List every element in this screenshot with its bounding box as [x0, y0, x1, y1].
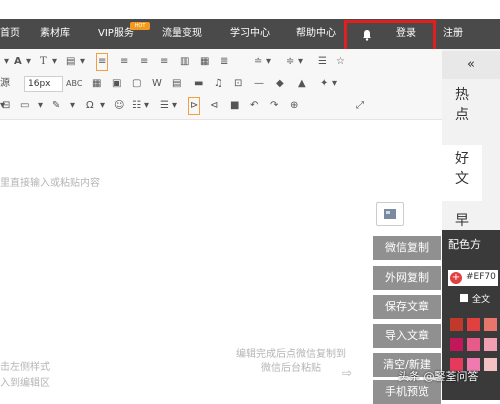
- editor-placeholder: 里直接输入或粘贴内容: [0, 178, 100, 189]
- paste-icon[interactable]: ▭: [20, 95, 29, 117]
- full-text-checkbox[interactable]: [460, 294, 468, 302]
- ordered-list-icon[interactable]: ☷: [132, 95, 141, 117]
- expand-icon[interactable]: ⤢: [356, 95, 364, 117]
- font-size-value: 16px: [28, 79, 51, 89]
- emoji-icon[interactable]: ☺: [114, 95, 124, 117]
- gallery-icon[interactable]: ▤: [172, 73, 181, 95]
- color-panel-title: 配色方: [448, 238, 481, 251]
- direction-icon[interactable]: ⊲: [210, 95, 218, 117]
- rail-tab-hot-label: 热点: [455, 87, 469, 123]
- link-icon[interactable]: ⊡: [234, 73, 242, 95]
- line-height-icon[interactable]: ≣: [220, 51, 228, 73]
- rail-tab-hot[interactable]: 热点: [442, 85, 482, 125]
- video-camera-icon[interactable]: ■: [230, 95, 239, 117]
- omega-icon[interactable]: Ω: [86, 95, 94, 117]
- word-import-icon[interactable]: W: [152, 73, 162, 95]
- paragraph-spacing-icon[interactable]: ≑: [286, 51, 294, 73]
- outdent-icon[interactable]: ▦: [200, 51, 209, 73]
- horizontal-rule-icon[interactable]: —: [254, 73, 264, 95]
- arrow-right-icon: ⇨: [342, 366, 353, 380]
- chevron-down-icon[interactable]: ▾: [266, 51, 271, 73]
- color-swatch[interactable]: [484, 338, 497, 351]
- nav-monetize[interactable]: 流量变现: [162, 19, 202, 49]
- chevron-down-icon[interactable]: ▾: [4, 51, 9, 73]
- nav-materials[interactable]: 素材库: [40, 19, 70, 49]
- full-text-label: 全文: [472, 295, 491, 305]
- image-icon[interactable]: ▣: [112, 73, 121, 95]
- clear-format-icon[interactable]: ⊟: [2, 95, 10, 117]
- hex-value: #EF70: [466, 272, 496, 282]
- redo-icon[interactable]: ↷: [270, 95, 278, 117]
- chevron-down-icon[interactable]: ▾: [26, 51, 31, 73]
- rail-tab-articles[interactable]: 好文: [442, 145, 482, 201]
- chevron-down-icon[interactable]: ▾: [70, 95, 75, 117]
- split-icon[interactable]: ⊳: [188, 97, 201, 115]
- align-right-icon[interactable]: ≡: [140, 51, 148, 73]
- color-swatch[interactable]: [467, 318, 480, 331]
- add-color-icon[interactable]: +: [450, 272, 462, 284]
- color-swatch[interactable]: [450, 338, 463, 351]
- video-icon[interactable]: ▬: [194, 73, 203, 95]
- magic-wand-icon[interactable]: ✦: [320, 73, 328, 95]
- nav-help[interactable]: 帮助中心: [296, 19, 336, 49]
- edit-icon[interactable]: ✎: [52, 95, 60, 117]
- font-size-select[interactable]: 16px: [24, 76, 63, 92]
- register-link[interactable]: 注册: [443, 19, 463, 49]
- color-swatch[interactable]: [484, 358, 497, 371]
- insert-image-icon[interactable]: ▢: [132, 73, 141, 95]
- nav-home[interactable]: 首页: [0, 19, 20, 49]
- list-icon[interactable]: ☰: [318, 51, 327, 73]
- chevron-down-icon[interactable]: ▾: [100, 95, 105, 117]
- palette-icon: [384, 209, 396, 219]
- palette-button[interactable]: [376, 202, 404, 226]
- hex-input[interactable]: + #EF70: [448, 270, 498, 286]
- rail-tab-articles-label: 好文: [455, 151, 469, 187]
- star-icon[interactable]: ☆: [336, 51, 345, 73]
- right-hint: 编辑完成后点微信复制到微信后台粘贴: [236, 349, 346, 374]
- watermark: 头条 @鋻荃问答: [398, 370, 479, 383]
- format-brush-icon[interactable]: ▲: [298, 73, 306, 95]
- chevron-down-icon[interactable]: ▾: [332, 73, 337, 95]
- letter-spacing-icon[interactable]: ≐: [254, 51, 262, 73]
- indent-icon[interactable]: ▥: [180, 51, 189, 73]
- nav-learning[interactable]: 学习中心: [230, 19, 270, 49]
- spellcheck-icon[interactable]: ABC: [66, 73, 82, 95]
- import-article-button[interactable]: 导入文章: [373, 324, 441, 348]
- music-icon[interactable]: ♫: [214, 73, 223, 95]
- align-justify-icon[interactable]: ≡: [160, 51, 168, 73]
- align-left-icon[interactable]: ≡: [96, 53, 109, 71]
- table-icon[interactable]: ▦: [92, 73, 101, 95]
- eraser-icon[interactable]: ◆: [276, 73, 284, 95]
- background-color-icon[interactable]: ▤: [66, 51, 75, 73]
- unordered-list-icon[interactable]: ☰: [160, 95, 169, 117]
- save-article-button[interactable]: 保存文章: [373, 295, 441, 319]
- color-swatch[interactable]: [450, 318, 463, 331]
- color-swatch[interactable]: [467, 338, 480, 351]
- chevron-down-icon[interactable]: ▾: [172, 95, 177, 117]
- collapse-button[interactable]: «: [442, 51, 500, 79]
- hot-badge: HOT: [130, 22, 150, 30]
- editor-toolbar: ▾ A ▾ T ▾ ▤ ▾ ≡ ≡ ≡ ≡ ▥ ▦ ≣ ≐ ▾ ≑ ▾ ☰ ☆ …: [0, 49, 442, 120]
- wechat-copy-button[interactable]: 微信复制: [373, 236, 441, 260]
- chevron-down-icon[interactable]: ▾: [52, 51, 57, 73]
- chevron-down-icon[interactable]: ▾: [144, 95, 149, 117]
- font-style-icon[interactable]: T: [40, 51, 47, 73]
- chevron-down-icon[interactable]: ▾: [80, 51, 85, 73]
- left-hint-line-1: 击左侧样式: [0, 362, 50, 373]
- align-center-icon[interactable]: ≡: [120, 51, 128, 73]
- external-copy-button[interactable]: 外网复制: [373, 266, 441, 290]
- nav-vip[interactable]: VIP服务: [98, 19, 134, 49]
- undo-icon[interactable]: ↶: [250, 95, 258, 117]
- chevron-down-icon[interactable]: ▾: [298, 51, 303, 73]
- chevron-down-icon[interactable]: ▾: [38, 95, 43, 117]
- color-swatch[interactable]: [484, 318, 497, 331]
- rail-tab-morning[interactable]: 早: [442, 211, 482, 231]
- left-hint-line-2: 入到编辑区: [0, 378, 50, 389]
- font-color-icon[interactable]: A: [14, 51, 22, 73]
- search-icon[interactable]: ⊕: [290, 95, 298, 117]
